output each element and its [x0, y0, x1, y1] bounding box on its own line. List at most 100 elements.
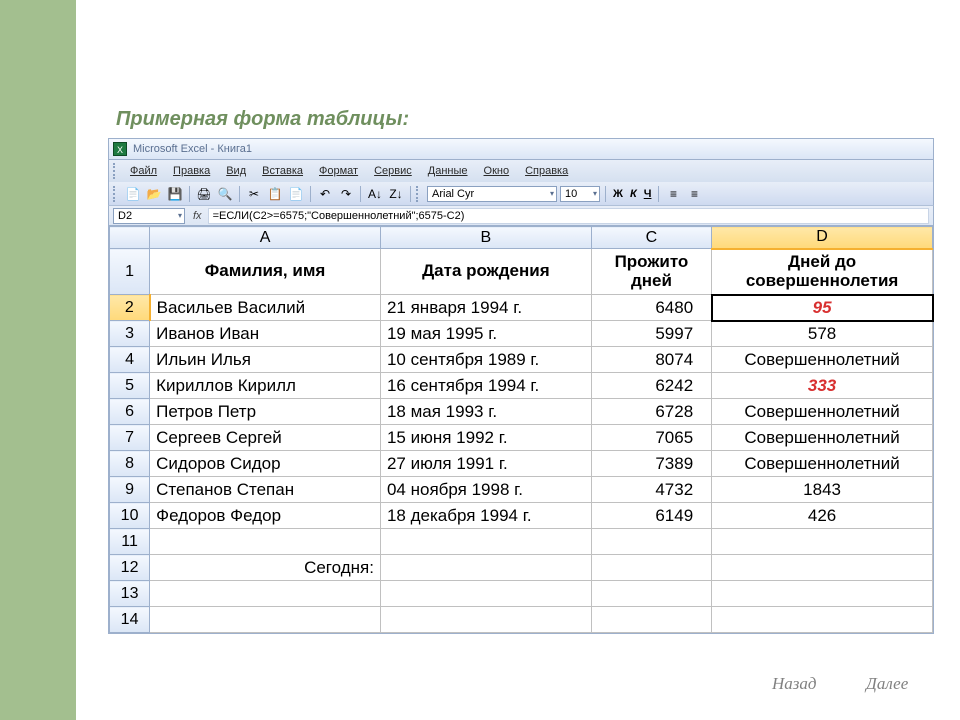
- cell[interactable]: 95: [712, 295, 933, 321]
- row-header[interactable]: 6: [110, 399, 150, 425]
- align-center-icon[interactable]: ≡: [685, 185, 703, 203]
- cell[interactable]: Совершеннолетний: [712, 347, 933, 373]
- cell[interactable]: [150, 581, 381, 607]
- menu-view[interactable]: Вид: [219, 163, 253, 179]
- cell[interactable]: 21 января 1994 г.: [380, 295, 591, 321]
- bold-button[interactable]: Ж: [611, 188, 625, 200]
- cell[interactable]: [712, 555, 933, 581]
- cell[interactable]: 19 мая 1995 г.: [380, 321, 591, 347]
- fx-label[interactable]: fx: [193, 210, 202, 222]
- row-header[interactable]: 14: [110, 607, 150, 633]
- cut-icon[interactable]: ✂: [245, 185, 263, 203]
- name-box[interactable]: D2: [113, 208, 185, 224]
- row-header[interactable]: 5: [110, 373, 150, 399]
- row-header[interactable]: 11: [110, 529, 150, 555]
- cell[interactable]: [591, 529, 711, 555]
- grid[interactable]: A B C D 1 Фамилия, имя Дата рождения Про…: [109, 226, 933, 633]
- row-header[interactable]: 12: [110, 555, 150, 581]
- cell[interactable]: [712, 581, 933, 607]
- cell[interactable]: 4732: [591, 477, 711, 503]
- col-header-C[interactable]: C: [591, 227, 711, 249]
- cell[interactable]: [591, 607, 711, 633]
- cell[interactable]: 8074: [591, 347, 711, 373]
- cell[interactable]: Дней до совершеннолетия: [712, 249, 933, 295]
- cell[interactable]: Петров Петр: [150, 399, 381, 425]
- preview-icon[interactable]: 🔍: [216, 185, 234, 203]
- cell[interactable]: 18 мая 1993 г.: [380, 399, 591, 425]
- cell[interactable]: [380, 529, 591, 555]
- nav-back-link[interactable]: Назад: [772, 674, 817, 694]
- col-header-D[interactable]: D: [712, 227, 933, 249]
- menu-edit[interactable]: Правка: [166, 163, 217, 179]
- cell[interactable]: 16 сентября 1994 г.: [380, 373, 591, 399]
- cell[interactable]: Кириллов Кирилл: [150, 373, 381, 399]
- cell[interactable]: Иванов Иван: [150, 321, 381, 347]
- row-header[interactable]: 13: [110, 581, 150, 607]
- row-header[interactable]: 1: [110, 249, 150, 295]
- formula-input[interactable]: =ЕСЛИ(C2>=6575;"Совершеннолетний";6575-C…: [208, 208, 929, 224]
- cell[interactable]: 18 декабря 1994 г.: [380, 503, 591, 529]
- cell[interactable]: 6149: [591, 503, 711, 529]
- cell[interactable]: 7389: [591, 451, 711, 477]
- font-size-selector[interactable]: 10: [560, 186, 600, 202]
- cell[interactable]: Совершеннолетний: [712, 451, 933, 477]
- cell[interactable]: 7065: [591, 425, 711, 451]
- row-header[interactable]: 10: [110, 503, 150, 529]
- cell[interactable]: Прожито дней: [591, 249, 711, 295]
- nav-next-link[interactable]: Далее: [866, 674, 908, 694]
- cell[interactable]: Совершеннолетний: [712, 399, 933, 425]
- menu-file[interactable]: Файл: [123, 163, 164, 179]
- cell[interactable]: Ильин Илья: [150, 347, 381, 373]
- cell[interactable]: 6242: [591, 373, 711, 399]
- cell[interactable]: 5997: [591, 321, 711, 347]
- cell[interactable]: 1843: [712, 477, 933, 503]
- cell[interactable]: Федоров Федор: [150, 503, 381, 529]
- undo-icon[interactable]: ↶: [316, 185, 334, 203]
- select-all-corner[interactable]: [110, 227, 150, 249]
- row-header[interactable]: 3: [110, 321, 150, 347]
- cell[interactable]: 04 ноября 1998 г.: [380, 477, 591, 503]
- cell[interactable]: Степанов Степан: [150, 477, 381, 503]
- cell[interactable]: [591, 581, 711, 607]
- cell[interactable]: [712, 607, 933, 633]
- print-icon[interactable]: 🖨: [195, 185, 213, 203]
- row-header[interactable]: 7: [110, 425, 150, 451]
- cell[interactable]: 333: [712, 373, 933, 399]
- cell[interactable]: Фамилия, имя: [150, 249, 381, 295]
- cell[interactable]: 6728: [591, 399, 711, 425]
- cell[interactable]: 15 июня 1992 г.: [380, 425, 591, 451]
- cell[interactable]: 578: [712, 321, 933, 347]
- menu-insert[interactable]: Вставка: [255, 163, 310, 179]
- sort-asc-icon[interactable]: A↓: [366, 185, 384, 203]
- menu-tools[interactable]: Сервис: [367, 163, 419, 179]
- cell[interactable]: [591, 555, 711, 581]
- cell[interactable]: [150, 607, 381, 633]
- underline-button[interactable]: Ч: [642, 188, 654, 200]
- cell[interactable]: Сегодня:: [150, 555, 381, 581]
- open-icon[interactable]: 📂: [145, 185, 163, 203]
- cell[interactable]: 10 сентября 1989 г.: [380, 347, 591, 373]
- cell[interactable]: 6480: [591, 295, 711, 321]
- italic-button[interactable]: К: [628, 188, 639, 200]
- font-selector[interactable]: Arial Cyr: [427, 186, 557, 202]
- cell[interactable]: Сергеев Сергей: [150, 425, 381, 451]
- toolbar-handle-icon[interactable]: [416, 186, 420, 202]
- cell[interactable]: [380, 607, 591, 633]
- row-header[interactable]: 4: [110, 347, 150, 373]
- cell[interactable]: Совершеннолетний: [712, 425, 933, 451]
- save-icon[interactable]: 💾: [166, 185, 184, 203]
- cell[interactable]: [380, 581, 591, 607]
- cell[interactable]: [380, 555, 591, 581]
- sort-desc-icon[interactable]: Z↓: [387, 185, 405, 203]
- toolbar-handle-icon[interactable]: [113, 163, 117, 179]
- redo-icon[interactable]: ↷: [337, 185, 355, 203]
- cell[interactable]: Васильев Василий: [150, 295, 381, 321]
- col-header-B[interactable]: B: [380, 227, 591, 249]
- cell[interactable]: 426: [712, 503, 933, 529]
- cell[interactable]: 27 июля 1991 г.: [380, 451, 591, 477]
- cell[interactable]: Дата рождения: [380, 249, 591, 295]
- row-header[interactable]: 9: [110, 477, 150, 503]
- row-header[interactable]: 2: [110, 295, 150, 321]
- row-header[interactable]: 8: [110, 451, 150, 477]
- menu-data[interactable]: Данные: [421, 163, 475, 179]
